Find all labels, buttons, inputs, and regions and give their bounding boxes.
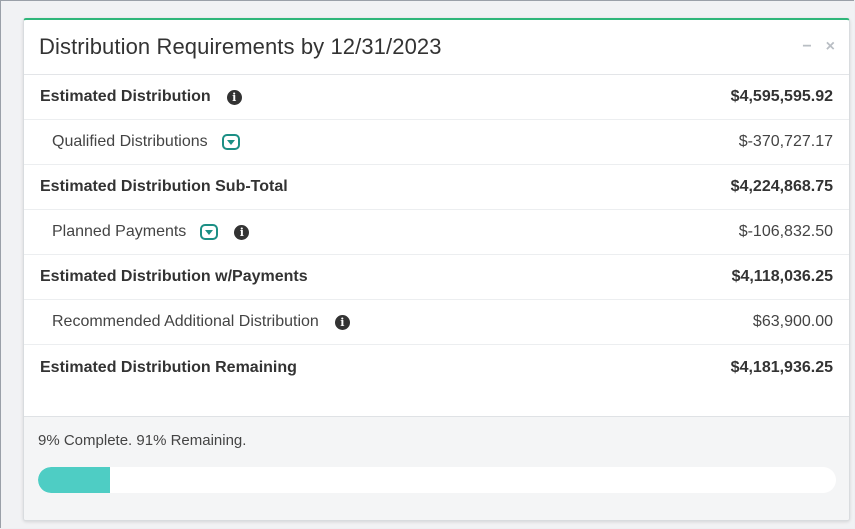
row-label-wrap: Planned Payments i (40, 223, 250, 241)
row-estimated-distribution-subtotal: Estimated Distribution Sub-Total $4,224,… (24, 165, 849, 210)
row-label: Estimated Distribution (40, 88, 211, 105)
row-label: Planned Payments (52, 223, 187, 240)
row-label-wrap: Estimated Distribution Remaining (40, 359, 297, 377)
minimize-button[interactable]: − (802, 38, 811, 56)
row-label: Estimated Distribution Sub-Total (40, 178, 288, 195)
row-estimated-distribution: Estimated Distribution i $4,595,595.92 (24, 75, 849, 120)
row-value: $-370,727.17 (738, 133, 833, 150)
row-label-wrap: Recommended Additional Distribution i (40, 313, 350, 331)
row-label: Estimated Distribution w/Payments (40, 268, 308, 285)
panel-controls: − × (802, 38, 835, 56)
row-estimated-distribution-remaining: Estimated Distribution Remaining $4,181,… (24, 345, 849, 390)
row-label: Qualified Distributions (52, 133, 208, 150)
panel-title: Distribution Requirements by 12/31/2023 (39, 34, 442, 59)
info-icon[interactable]: i (234, 224, 250, 240)
progress-bar-fill (38, 467, 110, 493)
close-button[interactable]: × (826, 38, 835, 56)
panel-header: Distribution Requirements by 12/31/2023 … (24, 20, 849, 75)
distribution-panel: Distribution Requirements by 12/31/2023 … (23, 18, 850, 521)
row-value: $63,900.00 (752, 313, 833, 330)
row-label: Estimated Distribution Remaining (40, 358, 297, 376)
row-estimated-distribution-with-payments: Estimated Distribution w/Payments $4,118… (24, 255, 849, 300)
info-icon[interactable]: i (334, 314, 350, 330)
row-label: Recommended Additional Distribution (52, 313, 319, 330)
caret-down-icon (205, 229, 214, 235)
caret-down-icon (226, 139, 235, 145)
window-frame: Distribution Requirements by 12/31/2023 … (0, 0, 854, 528)
row-value: $4,118,036.25 (731, 268, 833, 285)
progress-bar (38, 467, 836, 493)
row-label-wrap: Estimated Distribution i (40, 88, 242, 106)
row-value: $-106,832.50 (738, 223, 833, 240)
row-value: $4,595,595.92 (730, 88, 833, 105)
row-label-wrap: Qualified Distributions (40, 133, 240, 151)
progress-footer: 9% Complete. 91% Remaining. (24, 416, 849, 520)
expand-planned-payments-button[interactable] (200, 224, 219, 240)
info-icon[interactable]: i (226, 89, 242, 105)
row-value: $4,181,936.25 (730, 358, 833, 376)
expand-qualified-distributions-button[interactable] (221, 134, 240, 150)
row-value: $4,224,868.75 (730, 178, 833, 195)
row-label-wrap: Estimated Distribution Sub-Total (40, 178, 288, 196)
row-planned-payments: Planned Payments i $-106,832.50 (24, 210, 849, 255)
distribution-table: Estimated Distribution i $4,595,595.92 Q… (24, 75, 849, 390)
row-recommended-additional-distribution: Recommended Additional Distribution i $6… (24, 300, 849, 345)
row-label-wrap: Estimated Distribution w/Payments (40, 268, 308, 286)
progress-text: 9% Complete. 91% Remaining. (38, 432, 247, 449)
row-qualified-distributions: Qualified Distributions $-370,727.17 (24, 120, 849, 165)
